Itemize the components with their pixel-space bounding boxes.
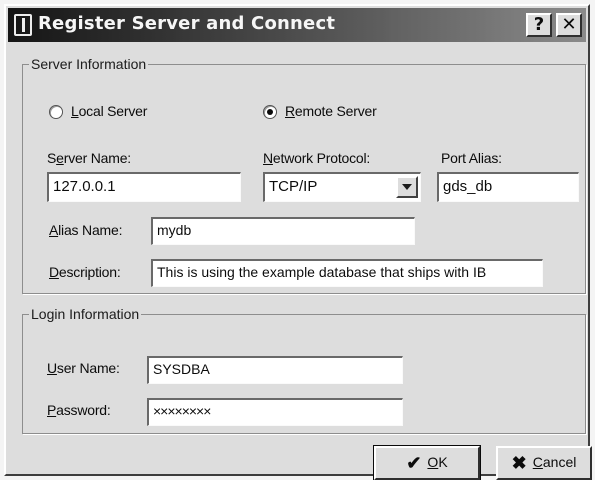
description-input[interactable]: This is using the example database that … — [151, 259, 543, 287]
window-title: Register Server and Connect — [38, 13, 336, 34]
help-button[interactable]: ? — [526, 13, 552, 37]
network-protocol-value: TCP/IP — [269, 178, 318, 195]
user-name-input[interactable]: SYSDBA — [147, 356, 403, 384]
alias-name-label: Alias Name: — [49, 222, 123, 238]
password-label: Password: — [47, 402, 111, 418]
description-label: Description: — [49, 264, 121, 280]
remote-server-label[interactable]: Remote Server — [285, 103, 377, 119]
title-bar[interactable]: Register Server and Connect ? ✕ — [8, 8, 586, 42]
network-protocol-label: Network Protocol: — [263, 150, 371, 166]
port-alias-input[interactable]: gds_db — [437, 172, 579, 202]
login-information-group: Login Information User Name: SYSDBA Pass… — [22, 306, 586, 434]
ok-button[interactable]: ✔ OK — [373, 445, 481, 480]
local-server-radio[interactable] — [49, 105, 63, 119]
port-alias-label: Port Alias: — [441, 150, 502, 166]
server-name-label: Server Name: — [47, 150, 131, 166]
server-name-input[interactable]: 127.0.0.1 — [47, 172, 241, 202]
network-protocol-select[interactable]: TCP/IP — [263, 172, 421, 202]
chevron-down-icon[interactable] — [396, 176, 418, 198]
alias-name-input[interactable]: mydb — [151, 217, 415, 245]
cancel-button[interactable]: ✖ Cancel — [496, 446, 592, 480]
user-name-label: User Name: — [47, 360, 120, 376]
app-icon — [14, 14, 32, 36]
local-server-label[interactable]: Local Server — [71, 103, 147, 119]
close-button[interactable]: ✕ — [556, 13, 582, 37]
check-icon: ✔ — [406, 453, 422, 473]
password-input[interactable]: ×××××××× — [147, 398, 403, 426]
register-server-dialog: Register Server and Connect ? ✕ Server I… — [4, 4, 592, 480]
remote-server-radio[interactable] — [263, 105, 277, 119]
login-information-legend: Login Information — [31, 306, 140, 322]
server-information-group: Server Information Local Server Remote S… — [22, 56, 586, 294]
cross-icon: ✖ — [511, 453, 527, 473]
server-information-legend: Server Information — [31, 56, 147, 72]
